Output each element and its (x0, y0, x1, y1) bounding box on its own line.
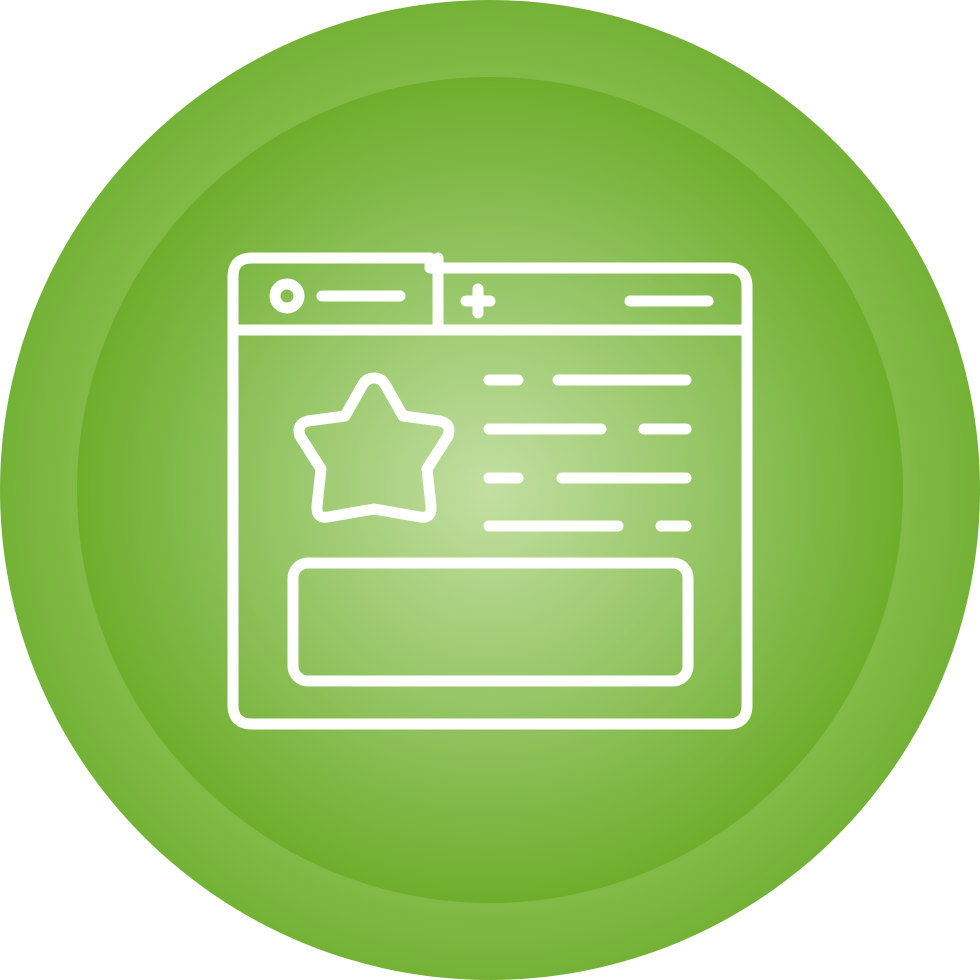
inner-circle (77, 77, 903, 903)
icon-canvas (0, 0, 980, 980)
favorite-webpage-icon (0, 0, 980, 980)
